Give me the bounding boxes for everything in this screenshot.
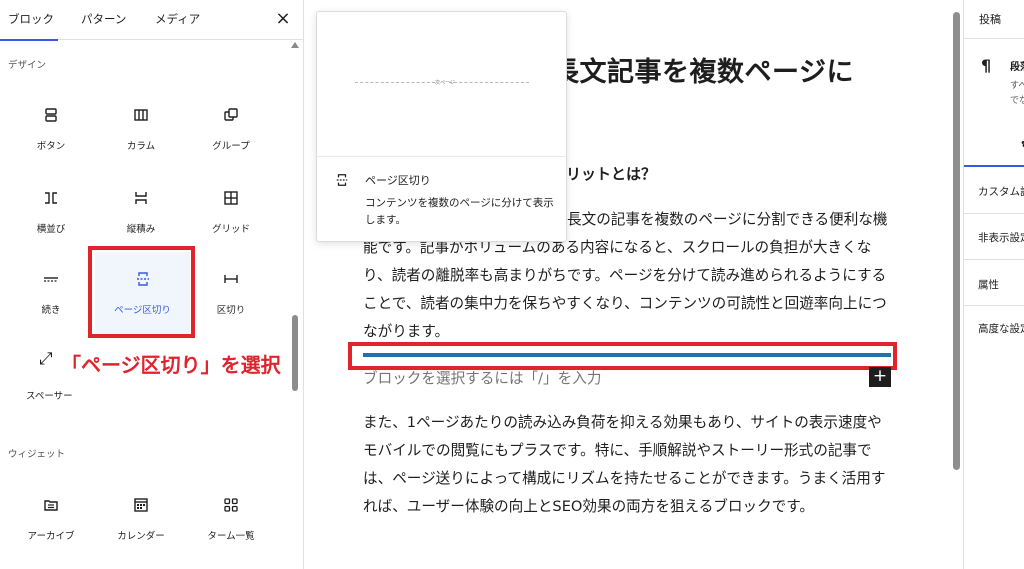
page-break-icon	[335, 172, 349, 192]
block-label: 続き	[41, 305, 61, 316]
highlight-frame-page-break	[88, 246, 195, 338]
columns-icon	[98, 104, 184, 126]
tab-patterns[interactable]: パターン	[81, 0, 126, 40]
block-label: カラム	[126, 141, 156, 152]
block-card-description-line: でなく、テキス	[1010, 96, 1024, 106]
highlight-frame-inserted-block	[348, 342, 897, 370]
block-archive[interactable]: アーカイブ	[8, 494, 94, 564]
group-icon	[188, 104, 274, 126]
block-calendar[interactable]: カレンダー	[98, 494, 184, 564]
preview-dash-left	[355, 82, 435, 83]
panel-visibility-settings[interactable]: 非表示設定	[978, 230, 1024, 245]
term-list-icon	[188, 494, 274, 516]
stack-icon	[98, 187, 184, 209]
divider	[964, 213, 1024, 214]
inserter-tabs: ブロック パターン メディア ×	[0, 0, 303, 41]
block-preview-area: 次ページ	[317, 12, 566, 157]
block-spacer-label[interactable]: スペーサー	[26, 388, 73, 402]
archive-icon	[8, 494, 94, 516]
block-grid[interactable]: グリッド	[188, 187, 274, 257]
block-group[interactable]: グループ	[188, 104, 274, 174]
preview-block-title: ページ区切り	[365, 174, 431, 187]
block-more[interactable]: 続き	[8, 268, 94, 338]
paragraph-icon: ¶	[981, 56, 992, 75]
tab-media[interactable]: メディア	[155, 0, 200, 40]
scroll-up-arrow-icon[interactable]	[291, 42, 299, 48]
panel-attributes[interactable]: 属性	[978, 277, 999, 292]
block-inserter-panel: ブロック パターン メディア × デザイン ボタン カラム グループ 横並び 縦…	[0, 0, 304, 569]
settings-sidebar: 投稿 ¶ 段落 すべての物語の でなく、テキス ✿ カスタム設定 非表示設定 属…	[963, 0, 1024, 569]
block-card-title: 段落	[1010, 62, 1024, 73]
divider	[964, 259, 1024, 260]
block-label: 横並び	[36, 224, 66, 235]
block-card-description-line: すべての物語の	[1010, 81, 1024, 91]
block-label: グリッド	[211, 224, 250, 235]
paragraph-block[interactable]: また、1ページあたりの読み込み負荷を抑える効果もあり、サイトの表示速度やモバイル…	[363, 409, 893, 521]
block-label: ターム一覧	[207, 531, 255, 542]
block-button[interactable]: ボタン	[8, 104, 94, 174]
grid-icon	[188, 187, 274, 209]
tab-blocks[interactable]: ブロック	[0, 0, 58, 41]
preview-block-description: コンテンツを複数のページに分けて表示します。	[365, 197, 554, 226]
more-icon	[8, 268, 94, 290]
block-term-list[interactable]: ターム一覧	[188, 494, 274, 564]
block-label: 区切り	[216, 305, 246, 316]
tab-post[interactable]: 投稿	[979, 11, 1001, 27]
panel-custom-settings[interactable]: カスタム設定	[978, 184, 1024, 199]
block-label: カレンダー	[117, 531, 165, 542]
block-columns[interactable]: カラム	[98, 104, 184, 174]
block-separator[interactable]: 区切り	[188, 268, 274, 338]
block-card-description: すべての物語の でなく、テキス	[1010, 79, 1024, 109]
block-label: ボタン	[36, 141, 66, 152]
post-title[interactable]: 長文記事を複数ページに	[552, 50, 854, 89]
row-icon	[8, 187, 94, 209]
category-widgets-label: ウィジェット	[8, 449, 66, 460]
empty-block-placeholder[interactable]: ブロックを選択するには「/」を入力	[363, 367, 601, 388]
settings-tab-divider	[964, 38, 1024, 39]
block-row[interactable]: 横並び	[8, 187, 94, 257]
separator-icon	[188, 268, 274, 290]
category-design-label: デザイン	[8, 60, 47, 71]
button-icon	[8, 104, 94, 126]
block-label: アーカイブ	[27, 531, 75, 542]
preview-dash-right	[449, 82, 529, 83]
block-preview-popover: 次ページ ページ区切り コンテンツを複数のページに分けて表示します。	[316, 11, 567, 242]
calendar-icon	[98, 494, 184, 516]
settings-tab-underline	[964, 165, 1024, 167]
inserter-scrollbar[interactable]	[292, 315, 298, 391]
divider	[964, 305, 1024, 306]
add-block-button[interactable]: +	[869, 367, 891, 387]
block-label: グループ	[212, 141, 250, 152]
spacer-icon[interactable]: ⤢	[39, 349, 53, 369]
annotation-callout: 「ページ区切り」を選択	[61, 353, 281, 377]
close-icon[interactable]: ×	[272, 8, 294, 30]
block-label: 縦積み	[126, 224, 156, 235]
panel-advanced[interactable]: 高度な設定	[978, 321, 1024, 336]
section-heading[interactable]: リットとは？	[566, 163, 656, 184]
canvas-scrollbar[interactable]	[953, 12, 960, 470]
